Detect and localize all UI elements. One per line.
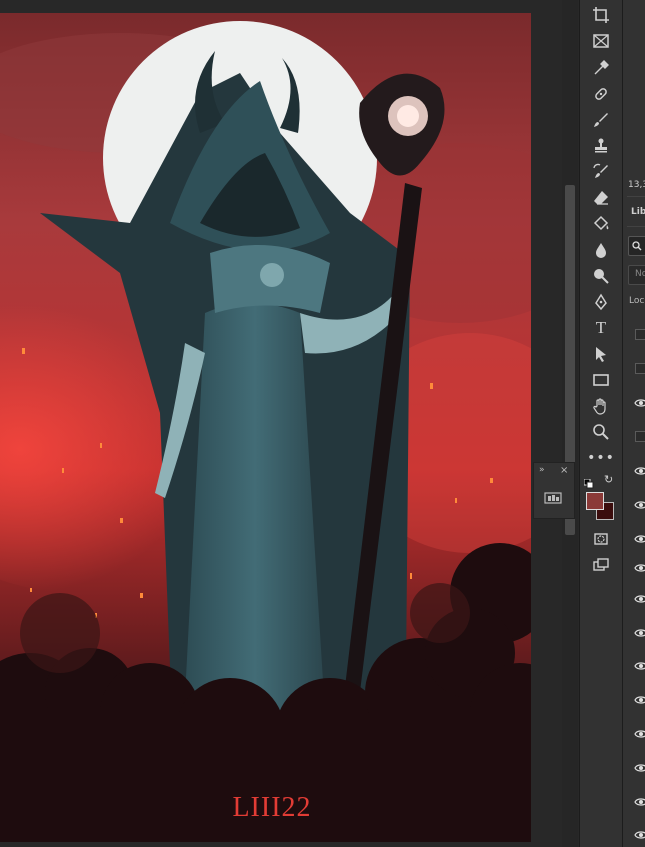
artwork-canvas[interactable]: LIII22 — [0, 13, 531, 842]
rectangle-icon[interactable] — [588, 369, 614, 391]
frame-icon[interactable] — [588, 30, 614, 52]
collapsed-panel-dock: » × — [533, 462, 575, 519]
blur-icon[interactable] — [588, 239, 614, 261]
close-panel-icon[interactable]: × — [560, 465, 568, 476]
brush-icon[interactable] — [588, 109, 614, 131]
layers-panel: 13,3 Lib No Lock — [622, 0, 645, 847]
eye-icon[interactable] — [634, 500, 645, 510]
more-tools-icon[interactable]: ••• — [587, 447, 614, 469]
filter-dropdown[interactable]: No — [628, 265, 645, 285]
eye-icon[interactable] — [634, 398, 645, 408]
default-colors-icon[interactable] — [583, 474, 594, 489]
eye-icon[interactable] — [634, 628, 645, 638]
spot-healing-icon[interactable] — [588, 83, 614, 105]
layer-visibility-checkbox[interactable] — [635, 329, 645, 340]
zoom-icon[interactable] — [588, 421, 614, 443]
foreground-color-swatch[interactable] — [586, 492, 604, 510]
eye-icon[interactable] — [634, 763, 645, 773]
eyedropper-icon[interactable] — [588, 57, 614, 79]
eye-icon[interactable] — [634, 661, 645, 671]
expand-panels-icon[interactable]: » — [539, 465, 545, 475]
artwork-illustration: LIII22 — [0, 13, 531, 842]
search-icon — [632, 241, 642, 251]
pen-icon[interactable] — [588, 291, 614, 313]
artist-signature: LIII22 — [232, 792, 311, 823]
quick-mask-icon[interactable] — [588, 528, 614, 550]
path-selection-icon[interactable] — [588, 343, 614, 365]
eye-icon[interactable] — [634, 797, 645, 807]
tab-libraries[interactable]: Lib — [631, 207, 645, 217]
tools-panel: T ••• ↻ — [579, 0, 622, 847]
swap-colors-icon[interactable]: ↻ — [604, 473, 613, 486]
layer-visibility-checkbox[interactable] — [635, 363, 645, 374]
search-field[interactable] — [628, 236, 645, 256]
hand-icon[interactable] — [588, 395, 614, 417]
stamp-icon[interactable] — [588, 135, 614, 157]
eye-icon[interactable] — [634, 729, 645, 739]
eye-icon[interactable] — [634, 695, 645, 705]
eraser-icon[interactable] — [588, 187, 614, 209]
eye-icon[interactable] — [634, 594, 645, 604]
layer-visibility-checkbox[interactable] — [635, 431, 645, 442]
crop-icon[interactable] — [588, 4, 614, 26]
eye-icon[interactable] — [634, 534, 645, 544]
eye-icon[interactable] — [634, 830, 645, 840]
eye-icon[interactable] — [634, 466, 645, 476]
document-canvas-area[interactable]: LIII22 — [0, 0, 578, 847]
lock-label: Lock — [629, 296, 645, 306]
eye-icon[interactable] — [634, 563, 645, 573]
dodge-icon[interactable] — [588, 265, 614, 287]
type-icon[interactable]: T — [588, 317, 614, 339]
libraries-panel-icon[interactable] — [544, 489, 562, 504]
history-brush-icon[interactable] — [588, 161, 614, 183]
screen-mode-icon[interactable] — [588, 554, 614, 576]
coordinates-readout: 13,3 — [628, 180, 645, 190]
filter-dropdown-value: No — [635, 269, 645, 279]
paint-bucket-icon[interactable] — [588, 213, 614, 235]
